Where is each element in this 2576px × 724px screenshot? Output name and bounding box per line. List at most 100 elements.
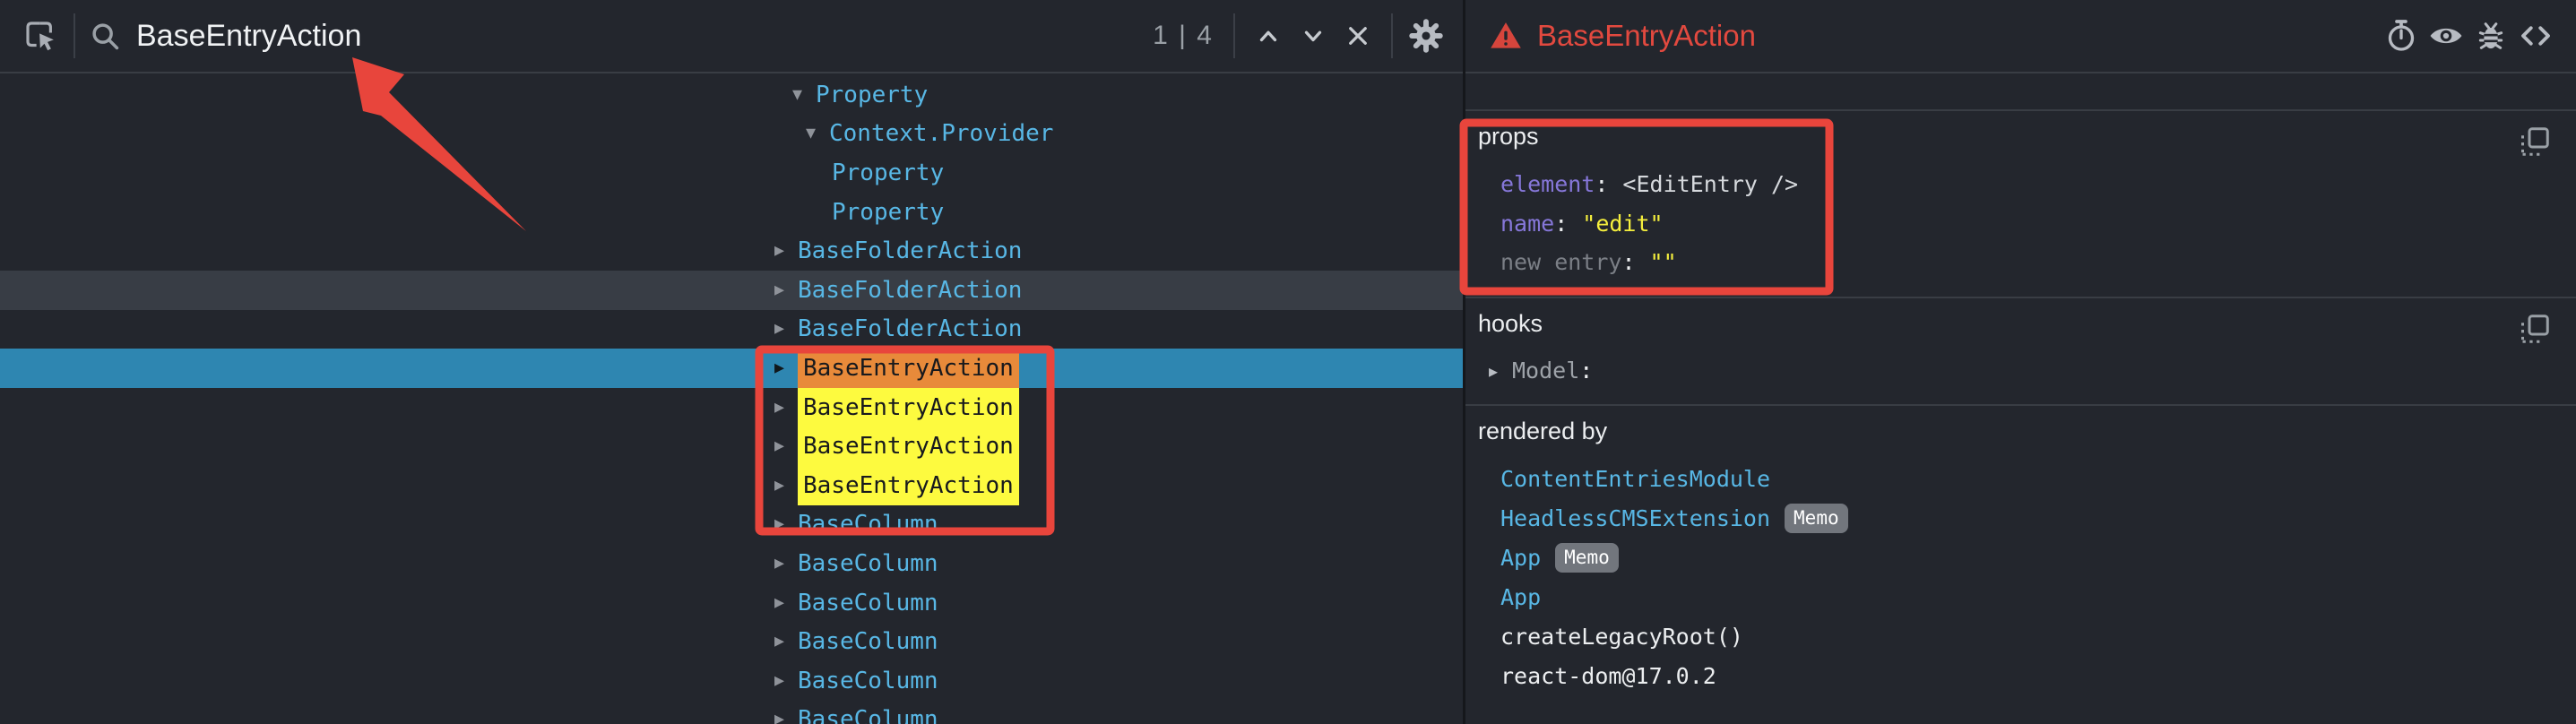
component-name: BaseColumn (798, 550, 938, 577)
search-icon-wrap (86, 13, 124, 58)
tree-expand-arrow-icon[interactable]: ▸ (774, 476, 798, 496)
next-match-button[interactable] (1291, 13, 1336, 58)
toolbar-divider (73, 13, 75, 58)
tree-row[interactable]: ▸BaseEntryAction (0, 466, 1463, 505)
component-name: BaseFolderAction (798, 237, 1022, 264)
owners-strip (1465, 73, 2576, 111)
hooks-section-header: hooks (1478, 307, 2558, 340)
tree-expand-arrow-icon[interactable]: ▸ (774, 280, 798, 300)
hook-expand-arrow-icon[interactable]: ▸ (1489, 360, 1512, 382)
suspend-toggle-button[interactable] (2379, 13, 2424, 58)
rendered-by-item: react-dom@17.0.2 (1478, 657, 2558, 696)
component-name: Property (816, 82, 928, 108)
component-name: BaseEntryAction (798, 349, 1019, 388)
rendered-by-item: ContentEntriesModule (1478, 460, 2558, 499)
prop-key: element (1500, 171, 1595, 197)
copy-props-button[interactable] (2517, 124, 2553, 159)
tree-expand-arrow-icon[interactable]: ▾ (806, 124, 829, 143)
tree-expand-arrow-icon[interactable]: ▸ (774, 593, 798, 613)
tree-row[interactable]: ▾Context.Provider (0, 115, 1463, 154)
log-to-console-button[interactable] (2468, 13, 2513, 58)
tree-expand-arrow-icon[interactable]: ▸ (774, 554, 798, 573)
tree-expand-arrow-icon[interactable]: ▸ (774, 632, 798, 651)
tree-row[interactable]: ▸BaseColumn (0, 661, 1463, 701)
close-icon (1342, 20, 1374, 52)
rendered-by-item: App (1478, 578, 2558, 617)
component-name: BaseEntryAction (798, 466, 1019, 505)
tree-expand-arrow-icon[interactable]: ▾ (792, 85, 816, 105)
prop-row: name:"edit" (1478, 204, 2558, 244)
tree-row[interactable]: ▸BaseFolderAction (0, 310, 1463, 349)
previous-match-button[interactable] (1246, 13, 1291, 58)
props-section: props element:<EditEntry />name:"edit"ne… (1465, 111, 2576, 298)
prop-colon: : (1595, 171, 1608, 197)
chevron-down-icon (1297, 20, 1329, 52)
tree-row[interactable]: Property (0, 193, 1463, 232)
inspect-dom-button[interactable] (2424, 13, 2468, 58)
tree-row[interactable]: ▸BaseEntryAction (0, 427, 1463, 466)
tree-expand-arrow-icon[interactable]: ▸ (774, 358, 798, 378)
bug-icon (2473, 18, 2509, 54)
warning-triangle-icon (1489, 19, 1523, 53)
memo-badge: Memo (1555, 543, 1619, 573)
chevron-up-icon (1252, 20, 1284, 52)
tree-expand-arrow-icon[interactable]: ▸ (774, 241, 798, 261)
component-name: BaseEntryAction (798, 427, 1019, 466)
inspect-element-button[interactable] (18, 13, 63, 58)
owner-link[interactable]: App (1500, 545, 1541, 571)
settings-button[interactable] (1404, 13, 1448, 58)
tree-row[interactable]: ▸BaseColumn (0, 583, 1463, 623)
prop-colon: : (1621, 249, 1635, 275)
tree-expand-arrow-icon[interactable]: ▸ (774, 398, 798, 418)
hooks-rows: ▸Model: (1478, 352, 2558, 390)
props-section-header: props (1478, 120, 2558, 152)
tree-expand-arrow-icon[interactable]: ▸ (774, 514, 798, 534)
rendered-by-item: HeadlessCMSExtension Memo (1478, 499, 2558, 539)
tree-row[interactable]: Property (0, 153, 1463, 193)
search-icon (88, 19, 122, 53)
prop-key: name (1500, 211, 1554, 237)
owner-link[interactable]: HeadlessCMSExtension (1500, 505, 1770, 531)
tree-row[interactable]: ▸BaseColumn (0, 505, 1463, 545)
tree-expand-arrow-icon[interactable]: ▸ (774, 319, 798, 339)
search-input[interactable] (124, 19, 1147, 54)
search-result-count: 1 | 4 (1147, 21, 1223, 51)
owner-link[interactable]: ContentEntriesModule (1500, 466, 1770, 492)
component-name: BaseColumn (798, 628, 938, 655)
tree-row[interactable]: ▸BaseColumn (0, 544, 1463, 583)
clear-search-button[interactable] (1336, 13, 1380, 58)
component-name: BaseFolderAction (798, 315, 1022, 342)
prop-value[interactable]: "" (1650, 249, 1677, 275)
component-name: BaseColumn (798, 511, 938, 538)
component-name: BaseColumn (798, 590, 938, 616)
tree-row[interactable]: ▾Property (0, 75, 1463, 115)
component-name: Context.Provider (829, 120, 1053, 147)
hook-colon: : (1579, 358, 1593, 384)
component-tree-panel: 1 | 4 (0, 0, 1463, 724)
tree-row[interactable]: ▸BaseEntryAction (0, 349, 1463, 388)
prop-row: new entry:"" (1478, 243, 2558, 282)
hook-row[interactable]: ▸Model: (1478, 352, 2558, 390)
tree-expand-arrow-icon[interactable]: ▸ (774, 710, 798, 724)
tree-expand-arrow-icon[interactable]: ▸ (774, 671, 798, 691)
tree-row[interactable]: ▸BaseFolderAction (0, 271, 1463, 310)
eye-icon (2427, 17, 2465, 55)
copy-hooks-button[interactable] (2517, 311, 2553, 347)
prop-value[interactable]: <EditEntry /> (1622, 171, 1798, 197)
rendered-by-header: rendered by (1478, 415, 2558, 447)
component-name: BaseEntryAction (798, 388, 1019, 427)
tree-row[interactable]: ▸BaseFolderAction (0, 231, 1463, 271)
memo-badge: Memo (1785, 504, 1848, 533)
react-devtools-components-panel: 1 | 4 (0, 0, 2576, 724)
tree-row[interactable]: ▸BaseColumn (0, 622, 1463, 661)
prop-value[interactable]: "edit" (1582, 211, 1663, 237)
view-source-button[interactable] (2513, 13, 2558, 58)
component-tree: ▾Property▾Context.ProviderPropertyProper… (0, 75, 1463, 724)
tree-row[interactable]: ▸BaseEntryAction (0, 388, 1463, 427)
owner-link[interactable]: App (1500, 584, 1541, 610)
owner-label: createLegacyRoot() (1500, 624, 1743, 650)
tree-row[interactable]: ▸BaseColumn (0, 701, 1463, 724)
toolbar-divider (1391, 13, 1393, 58)
tree-expand-arrow-icon[interactable]: ▸ (774, 436, 798, 456)
inspector-header: BaseEntryAction (1465, 0, 2576, 73)
